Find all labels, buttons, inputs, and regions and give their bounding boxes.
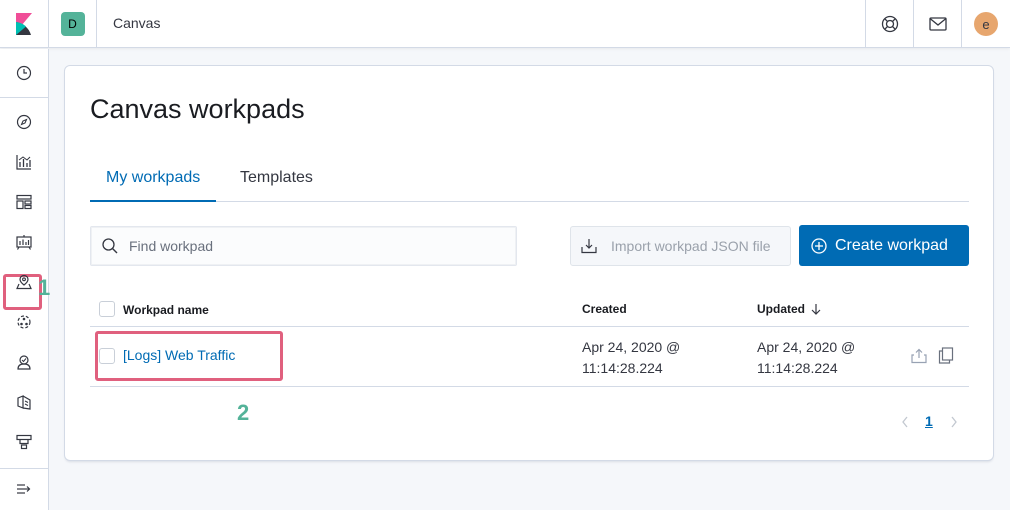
- nav-discover[interactable]: [0, 102, 48, 142]
- search-input[interactable]: [129, 227, 509, 265]
- maps-icon: [16, 274, 32, 290]
- updated-cell: Apr 24, 2020 @ 11:14:28.224: [757, 337, 855, 379]
- nav-recently-viewed[interactable]: [0, 53, 48, 93]
- import-icon: [581, 238, 597, 254]
- mail-icon: [928, 17, 947, 31]
- canvas-icon: [16, 235, 32, 250]
- created-time: 11:14:28.224: [582, 360, 663, 376]
- column-header-updated-label: Updated: [757, 302, 805, 316]
- clone-button[interactable]: [938, 347, 954, 367]
- breadcrumb: Canvas: [113, 15, 161, 31]
- page-title: Canvas workpads: [90, 94, 305, 124]
- tab-templates[interactable]: Templates: [224, 166, 329, 202]
- dashboard-icon: [16, 194, 32, 210]
- workpads-table: Workpad name Created Updated [Logs] Web …: [90, 291, 969, 387]
- pagination-previous-button[interactable]: [900, 415, 910, 434]
- kibana-logo[interactable]: [0, 0, 49, 48]
- select-all-checkbox[interactable]: [99, 301, 115, 317]
- column-header-name: Workpad name: [123, 303, 209, 317]
- help-button[interactable]: [865, 0, 913, 48]
- search-box: [90, 226, 517, 266]
- nav-machine-learning[interactable]: [0, 302, 48, 342]
- column-header-created[interactable]: Created: [582, 302, 627, 316]
- pagination-next-button[interactable]: [949, 415, 959, 434]
- annotation-marker-2: 2: [237, 400, 250, 425]
- avatar: e: [974, 12, 998, 36]
- space-selector[interactable]: D: [49, 0, 97, 48]
- workpad-row-highlight: [95, 331, 283, 381]
- updated-time: 11:14:28.224: [757, 360, 838, 376]
- import-workpad-label: Import workpad JSON file: [611, 238, 771, 254]
- copy-icon: [938, 347, 954, 364]
- chevron-left-icon: [902, 416, 908, 428]
- ml-icon: [17, 315, 31, 329]
- search-icon: [102, 238, 118, 254]
- newsfeed-button[interactable]: [913, 0, 961, 48]
- tab-bar: My workpads Templates: [90, 166, 969, 202]
- logs-icon: [17, 395, 31, 410]
- sort-arrow-down-icon: [811, 304, 821, 315]
- nav-divider: [0, 97, 48, 98]
- export-button[interactable]: [911, 348, 927, 367]
- nav-dashboard[interactable]: [0, 182, 48, 222]
- nav-metrics[interactable]: [0, 342, 48, 382]
- metrics-icon: [17, 355, 31, 370]
- created-cell: Apr 24, 2020 @ 11:14:28.224: [582, 337, 680, 379]
- nav-uptime[interactable]: [0, 422, 48, 462]
- tab-my-workpads[interactable]: My workpads: [90, 166, 217, 202]
- workpads-panel: Canvas workpads My workpads Templates Im…: [64, 65, 994, 461]
- created-date: Apr 24, 2020 @: [582, 339, 681, 355]
- kibana-logo-icon: [16, 13, 32, 35]
- column-header-updated[interactable]: Updated: [757, 302, 821, 316]
- table-header: Workpad name Created Updated: [90, 291, 969, 327]
- plus-circle-icon: [811, 237, 827, 254]
- pagination-page-1[interactable]: 1: [925, 413, 933, 429]
- nav-logs[interactable]: [0, 382, 48, 422]
- user-menu-button[interactable]: e: [961, 0, 1010, 48]
- top-header: D Canvas e: [0, 0, 1010, 48]
- export-icon: [911, 348, 927, 364]
- create-workpad-label: Create workpad: [835, 236, 948, 254]
- chevron-right-icon: [951, 416, 957, 428]
- chart-icon: [16, 155, 31, 170]
- compass-icon: [16, 114, 32, 130]
- help-icon: [881, 15, 898, 33]
- updated-date: Apr 24, 2020 @: [757, 339, 856, 355]
- nav-collapse[interactable]: [0, 469, 48, 509]
- space-avatar: D: [60, 12, 85, 36]
- nav-canvas[interactable]: [0, 222, 48, 262]
- uptime-icon: [16, 434, 32, 450]
- collapse-icon: [17, 484, 31, 494]
- nav-visualize[interactable]: [0, 142, 48, 182]
- clock-icon: [16, 65, 32, 81]
- import-workpad-button[interactable]: Import workpad JSON file: [570, 226, 791, 266]
- create-workpad-button[interactable]: Create workpad: [799, 225, 969, 266]
- annotation-marker-1: 1: [38, 275, 51, 300]
